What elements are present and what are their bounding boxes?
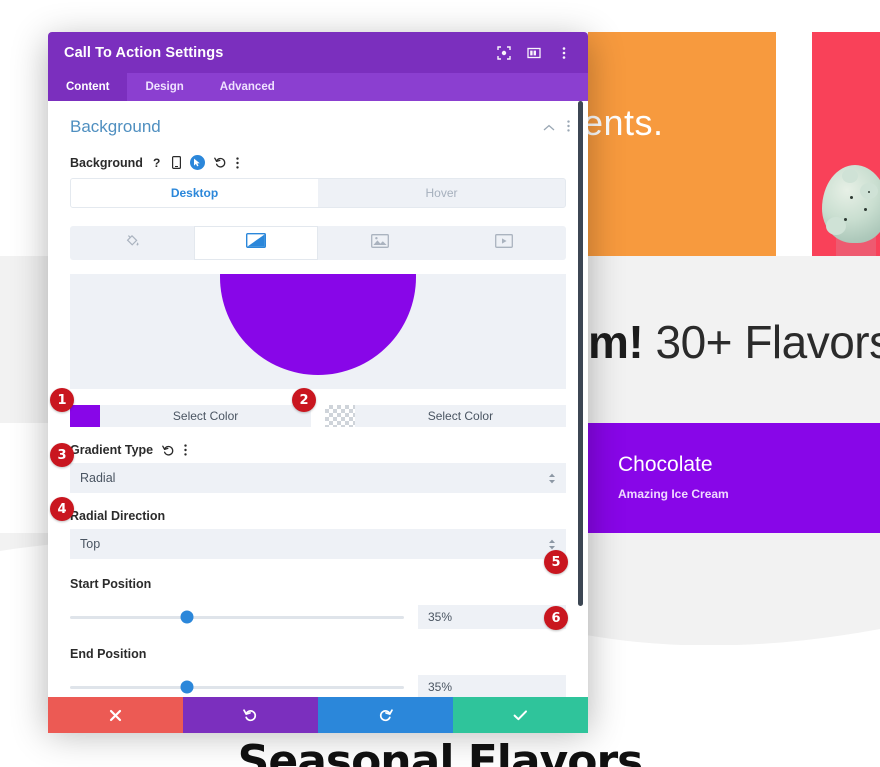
- start-position-label: Start Position: [70, 577, 152, 591]
- cancel-button[interactable]: [48, 697, 183, 733]
- chevron-updown-icon: [548, 539, 556, 550]
- modal-scrollbar[interactable]: [578, 101, 583, 606]
- modal-footer: [48, 697, 588, 733]
- end-position-value-input[interactable]: 35%: [418, 675, 566, 697]
- orange-feature-card: ents.: [583, 32, 776, 257]
- tab-desktop[interactable]: Desktop: [71, 179, 318, 207]
- gradient-type-select[interactable]: Radial: [70, 463, 566, 493]
- tab-design[interactable]: Design: [127, 73, 201, 101]
- background-row-label: Background ?: [48, 145, 588, 176]
- start-position-block: Start Position 35%: [48, 559, 588, 629]
- select-color-button-1[interactable]: Select Color: [100, 405, 312, 427]
- undo-button[interactable]: [183, 697, 318, 733]
- svg-text:?: ?: [153, 156, 160, 169]
- image-icon: [371, 233, 389, 253]
- help-question-icon[interactable]: ?: [152, 156, 163, 169]
- vertical-dots-icon[interactable]: [556, 45, 572, 61]
- layout-columns-icon[interactable]: [526, 45, 542, 61]
- modal-tab-bar: Content Design Advanced: [48, 73, 588, 101]
- color-stop-row: Select Color Select Color: [48, 405, 588, 427]
- hover-pointer-icon[interactable]: [189, 155, 205, 170]
- bg-type-image-tab[interactable]: [318, 226, 442, 260]
- background-label-text: Background: [70, 155, 143, 170]
- gradient-icon: [245, 232, 267, 253]
- modal-title: Call To Action Settings: [64, 44, 224, 61]
- end-position-label: End Position: [70, 647, 147, 661]
- gradient-preview: [70, 274, 566, 389]
- ice-cream-photo: [816, 143, 880, 257]
- chocolate-card-subtitle: Amazing Ice Cream: [618, 487, 729, 501]
- screenshot-root: ents. m! 30+ Flavors Chocolate Amazing I…: [0, 0, 880, 767]
- tab-advanced[interactable]: Advanced: [202, 73, 293, 101]
- site-headline: m! 30+ Flavors: [588, 315, 880, 369]
- undo-icon: [243, 708, 258, 723]
- callout-badge-1: 1: [50, 388, 74, 412]
- end-position-row: 35%: [70, 675, 566, 697]
- callout-badge-6: 6: [544, 606, 568, 630]
- device-state-tabs: Desktop Hover: [70, 178, 566, 208]
- reset-undo-icon[interactable]: [162, 444, 175, 457]
- bg-type-video-tab[interactable]: [442, 226, 566, 260]
- seasonal-flavors-heading: Seasonal Flavors: [237, 736, 644, 767]
- callout-badge-5: 5: [544, 550, 568, 574]
- background-type-tabs: [70, 226, 566, 260]
- gradient-type-label: Gradient Type: [48, 427, 588, 463]
- check-icon: [513, 709, 528, 722]
- color-swatch-1[interactable]: [70, 405, 100, 427]
- call-to-action-settings-modal: Call To Action Settings Content Design A…: [48, 32, 588, 733]
- modal-scroll-content: Background Background ? Desktop Hover Se…: [48, 101, 588, 697]
- pink-feature-card: [812, 32, 880, 257]
- modal-body: Background Background ? Desktop Hover Se…: [48, 101, 588, 697]
- paint-bucket-icon: [125, 233, 140, 253]
- bg-type-gradient-tab[interactable]: [194, 226, 318, 260]
- bg-type-color-tab[interactable]: [70, 226, 194, 260]
- redo-icon: [378, 708, 393, 723]
- orange-card-text: ents.: [583, 102, 664, 143]
- gradient-preview-shape: [220, 274, 416, 375]
- end-position-slider-handle[interactable]: [180, 680, 194, 694]
- gradient-type-label-text: Gradient Type: [70, 443, 154, 457]
- chevron-updown-icon: [548, 473, 556, 484]
- vertical-dots-icon[interactable]: [236, 156, 239, 169]
- headline-rest: 30+ Flavors: [643, 316, 880, 368]
- modal-header: Call To Action Settings: [48, 32, 588, 73]
- video-icon: [495, 233, 513, 253]
- chocolate-promo-card: Chocolate Amazing Ice Cream: [588, 423, 880, 533]
- gradient-type-value: Radial: [80, 471, 116, 485]
- headline-bold-part: m!: [588, 316, 644, 368]
- tab-hover[interactable]: Hover: [318, 179, 565, 207]
- vertical-dots-icon[interactable]: [184, 444, 187, 456]
- radial-direction-select[interactable]: Top: [70, 529, 566, 559]
- focus-target-icon[interactable]: [496, 45, 512, 61]
- vertical-dots-icon[interactable]: [567, 117, 570, 137]
- redo-button[interactable]: [318, 697, 453, 733]
- radial-direction-label: Radial Direction: [48, 493, 588, 529]
- start-position-slider[interactable]: [70, 610, 404, 624]
- end-position-slider[interactable]: [70, 680, 404, 694]
- modal-header-actions: [496, 45, 572, 61]
- close-x-icon: [109, 709, 122, 722]
- start-position-row: 35%: [70, 605, 566, 629]
- start-position-slider-handle[interactable]: [180, 610, 194, 624]
- tab-content[interactable]: Content: [48, 73, 128, 101]
- callout-badge-4: 4: [50, 497, 74, 521]
- callout-badge-3: 3: [50, 443, 74, 467]
- reset-undo-icon[interactable]: [214, 156, 227, 169]
- callout-badge-2: 2: [292, 388, 316, 412]
- save-button[interactable]: [453, 697, 588, 733]
- section-header-background: Background: [48, 101, 588, 145]
- chocolate-card-title: Chocolate: [618, 453, 713, 476]
- select-color-button-2[interactable]: Select Color: [354, 405, 566, 427]
- color-stop-1: Select Color: [70, 405, 312, 427]
- color-swatch-2[interactable]: [324, 405, 355, 427]
- radial-direction-label-text: Radial Direction: [70, 509, 166, 523]
- radial-direction-value: Top: [80, 537, 101, 551]
- section-title-text: Background: [70, 117, 161, 136]
- color-stop-2: Select Color: [324, 405, 566, 427]
- end-position-block: End Position 35%: [48, 629, 588, 697]
- mobile-device-icon[interactable]: [171, 156, 181, 169]
- section-header-actions: [543, 117, 570, 137]
- chevron-up-icon[interactable]: [543, 117, 555, 137]
